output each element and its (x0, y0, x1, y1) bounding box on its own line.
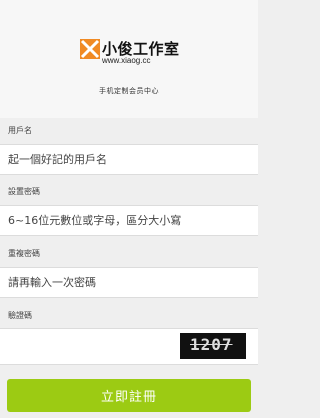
repeat-password-field-row (0, 267, 258, 298)
repeat-password-label: 重複密碼 (8, 249, 40, 258)
logo: 小俊工作室 www.xiaog.cc (80, 38, 180, 78)
header: 小俊工作室 www.xiaog.cc 手机定制会员中心 (0, 0, 258, 118)
captcha-input[interactable] (0, 329, 168, 364)
tagline: 手机定制会员中心 (99, 87, 159, 95)
logo-icon (80, 39, 100, 59)
captcha-code: 1207 (190, 335, 233, 354)
username-input[interactable] (0, 145, 248, 174)
password-input[interactable] (0, 206, 248, 235)
username-label: 用戶名 (8, 126, 32, 135)
captcha-label: 驗證碼 (8, 311, 32, 320)
register-button[interactable]: 立即註冊 (7, 379, 251, 412)
repeat-password-input[interactable] (0, 268, 248, 297)
password-field-row (0, 205, 258, 236)
password-label: 設置密碼 (8, 187, 40, 196)
captcha-image[interactable]: 1207 (180, 333, 246, 359)
username-field-row (0, 144, 258, 175)
brand-url: www.xiaog.cc (102, 56, 151, 65)
captcha-field-row: 1207 (0, 328, 258, 365)
